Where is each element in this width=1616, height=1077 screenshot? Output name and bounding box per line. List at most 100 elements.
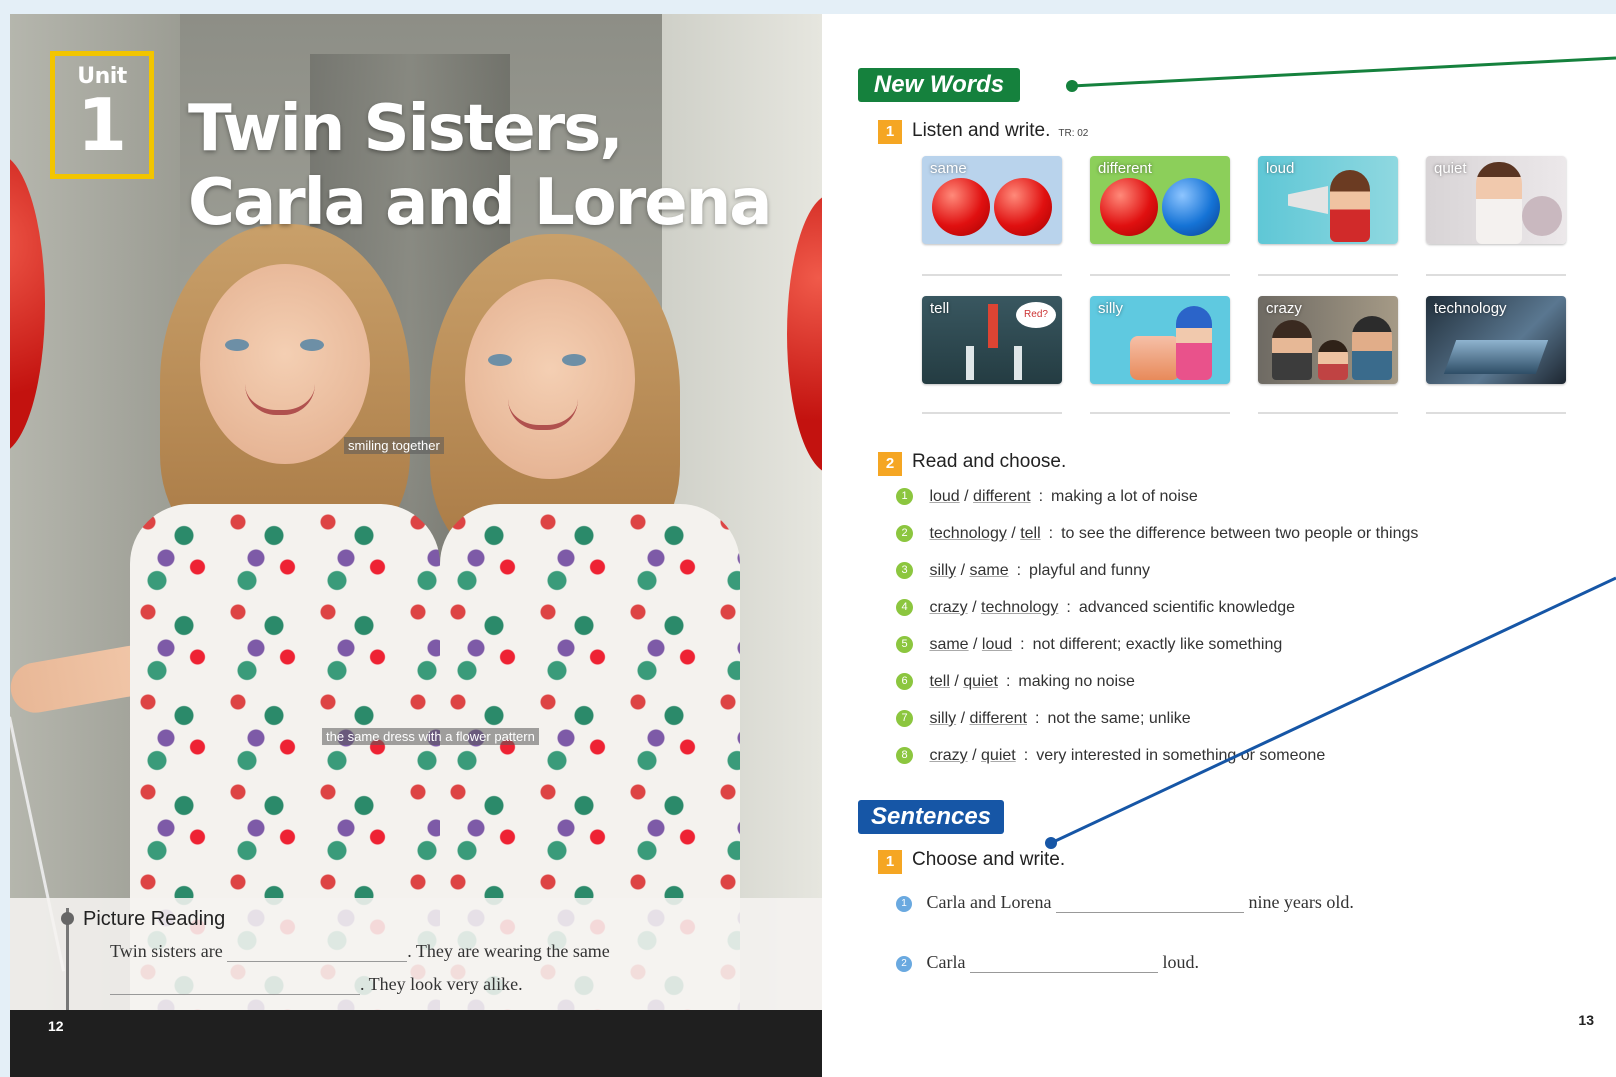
- picture-reading-dot: [61, 912, 74, 925]
- write-line[interactable]: [922, 274, 1062, 276]
- step-instruction: Read and choose.: [912, 451, 1067, 472]
- girl-right-face: [465, 279, 635, 479]
- read-choose-item: 2 technology / tell: to see the differenc…: [896, 525, 1418, 549]
- choice-option[interactable]: crazy: [929, 747, 967, 764]
- girl-left-eye: [225, 339, 249, 351]
- unit-title: Twin Sisters, Carla and Lorena: [188, 92, 772, 240]
- stick-image: [966, 346, 974, 380]
- answer-blank[interactable]: [969, 954, 1158, 973]
- sentences-label: Sentences: [858, 800, 1004, 834]
- write-line[interactable]: [1426, 274, 1566, 276]
- choice-option[interactable]: silly: [929, 710, 956, 727]
- textbook-spread: Unit 1 Twin Sisters, Carla and Lorena sm…: [0, 0, 1616, 1077]
- title-line-2: Carla and Lorena: [188, 166, 772, 240]
- step-instruction-text: Listen and write.: [912, 120, 1051, 141]
- choice-option[interactable]: same: [969, 562, 1008, 579]
- choice-option[interactable]: tell: [1020, 525, 1040, 542]
- picture-reading-line-2: . They look very alike.: [110, 974, 523, 995]
- speech-bubble: Red?: [1016, 302, 1056, 328]
- item-number: 7: [896, 710, 913, 728]
- silly-girl-image: [1176, 306, 1212, 380]
- read-choose-item: 7 silly / different: not the same; unlike: [896, 710, 1191, 734]
- word-card-different: different: [1090, 156, 1230, 244]
- word-card-crazy: crazy: [1258, 296, 1398, 384]
- card-label: technology: [1434, 300, 1507, 317]
- read-choose-item: 6 tell / quiet: making no noise: [896, 673, 1135, 697]
- laptop-image: [1443, 340, 1549, 374]
- page-number-right: 13: [1578, 1012, 1594, 1028]
- step-badge: 1: [878, 120, 902, 144]
- teddy-bear-image: [1522, 196, 1562, 236]
- choice-option[interactable]: technology: [929, 525, 1006, 542]
- word-card-silly: silly: [1090, 296, 1230, 384]
- child-image: [1318, 340, 1348, 380]
- father-image: [1352, 316, 1392, 380]
- answer-blank[interactable]: [110, 976, 360, 995]
- sentence-item: 2 Carla loud.: [896, 952, 1199, 973]
- card-label: loud: [1266, 160, 1295, 177]
- red-ball-image: [994, 178, 1052, 236]
- card-label: different: [1098, 160, 1152, 177]
- item-number: 1: [896, 895, 912, 912]
- step-badge: 1: [878, 850, 902, 874]
- card-label: tell: [930, 300, 950, 317]
- right-page: New Words 1 Listen and write. TR: 02 same…: [822, 14, 1616, 1077]
- picture-reading-box: Picture Reading Twin sisters are . They …: [10, 898, 822, 1010]
- choice-option[interactable]: loud: [982, 636, 1012, 653]
- word-card-same: same: [922, 156, 1062, 244]
- title-line-1: Twin Sisters,: [188, 92, 624, 166]
- read-choose-item: 1 loud / different: making a lot of noise: [896, 488, 1198, 512]
- red-ball-image: [1100, 178, 1158, 236]
- page-number-left: 12: [48, 1018, 64, 1034]
- answer-blank[interactable]: [227, 943, 408, 962]
- word-card-technology: technology: [1426, 296, 1566, 384]
- sentence-item: 1 Carla and Lorena nine years old.: [896, 892, 1354, 913]
- definition: very interested in something or someone: [1036, 747, 1326, 764]
- choice-option[interactable]: quiet: [963, 673, 998, 690]
- audio-track-label[interactable]: TR: 02: [1058, 128, 1088, 139]
- read-choose-item: 8 crazy / quiet: very interested in somet…: [896, 747, 1325, 771]
- sentence-start: Carla: [926, 952, 966, 972]
- choice-option[interactable]: same: [929, 636, 968, 653]
- girl-shushing-image: [1476, 162, 1522, 244]
- sentence-start: Carla and Lorena: [926, 892, 1052, 912]
- read-choose-item: 3 silly / same: playful and funny: [896, 562, 1150, 586]
- choice-option[interactable]: technology: [981, 599, 1058, 616]
- blue-ball-image: [1162, 178, 1220, 236]
- write-line[interactable]: [1258, 412, 1398, 414]
- write-line[interactable]: [1090, 412, 1230, 414]
- write-line[interactable]: [1426, 412, 1566, 414]
- read-choose-item: 5 same / loud: not different; exactly lik…: [896, 636, 1282, 660]
- item-number: 6: [896, 673, 913, 691]
- red-stick-image: [988, 304, 998, 348]
- definition: not the same; unlike: [1047, 710, 1191, 727]
- choice-option[interactable]: loud: [929, 488, 959, 505]
- new-words-label: New Words: [858, 68, 1020, 102]
- write-line[interactable]: [1090, 274, 1230, 276]
- red-ball-image: [932, 178, 990, 236]
- read-choose-item: 4 crazy / technology: advanced scientific…: [896, 599, 1295, 623]
- left-page: Unit 1 Twin Sisters, Carla and Lorena sm…: [10, 14, 822, 1077]
- picture-reading-text-3: . They look very alike.: [360, 974, 523, 994]
- choice-option[interactable]: silly: [929, 562, 956, 579]
- item-number: 1: [896, 488, 913, 506]
- choice-option[interactable]: different: [969, 710, 1027, 727]
- choice-option[interactable]: different: [973, 488, 1031, 505]
- choice-option[interactable]: crazy: [929, 599, 967, 616]
- item-number: 2: [896, 955, 912, 972]
- cake-image: [1130, 336, 1180, 380]
- choice-option[interactable]: quiet: [981, 747, 1016, 764]
- write-line[interactable]: [1258, 274, 1398, 276]
- item-number: 8: [896, 747, 913, 765]
- step-instruction: Choose and write.: [912, 849, 1066, 870]
- item-number: 2: [896, 525, 913, 543]
- choice-option[interactable]: tell: [929, 673, 949, 690]
- word-card-tell: Red? tell: [922, 296, 1062, 384]
- write-line[interactable]: [922, 412, 1062, 414]
- answer-blank[interactable]: [1055, 894, 1244, 913]
- card-label: quiet: [1434, 160, 1467, 177]
- word-card-loud: loud: [1258, 156, 1398, 244]
- unit-number: 1: [76, 83, 128, 167]
- step-badge: 2: [878, 452, 902, 476]
- picture-reading-text-2: . They are wearing the same: [407, 941, 610, 961]
